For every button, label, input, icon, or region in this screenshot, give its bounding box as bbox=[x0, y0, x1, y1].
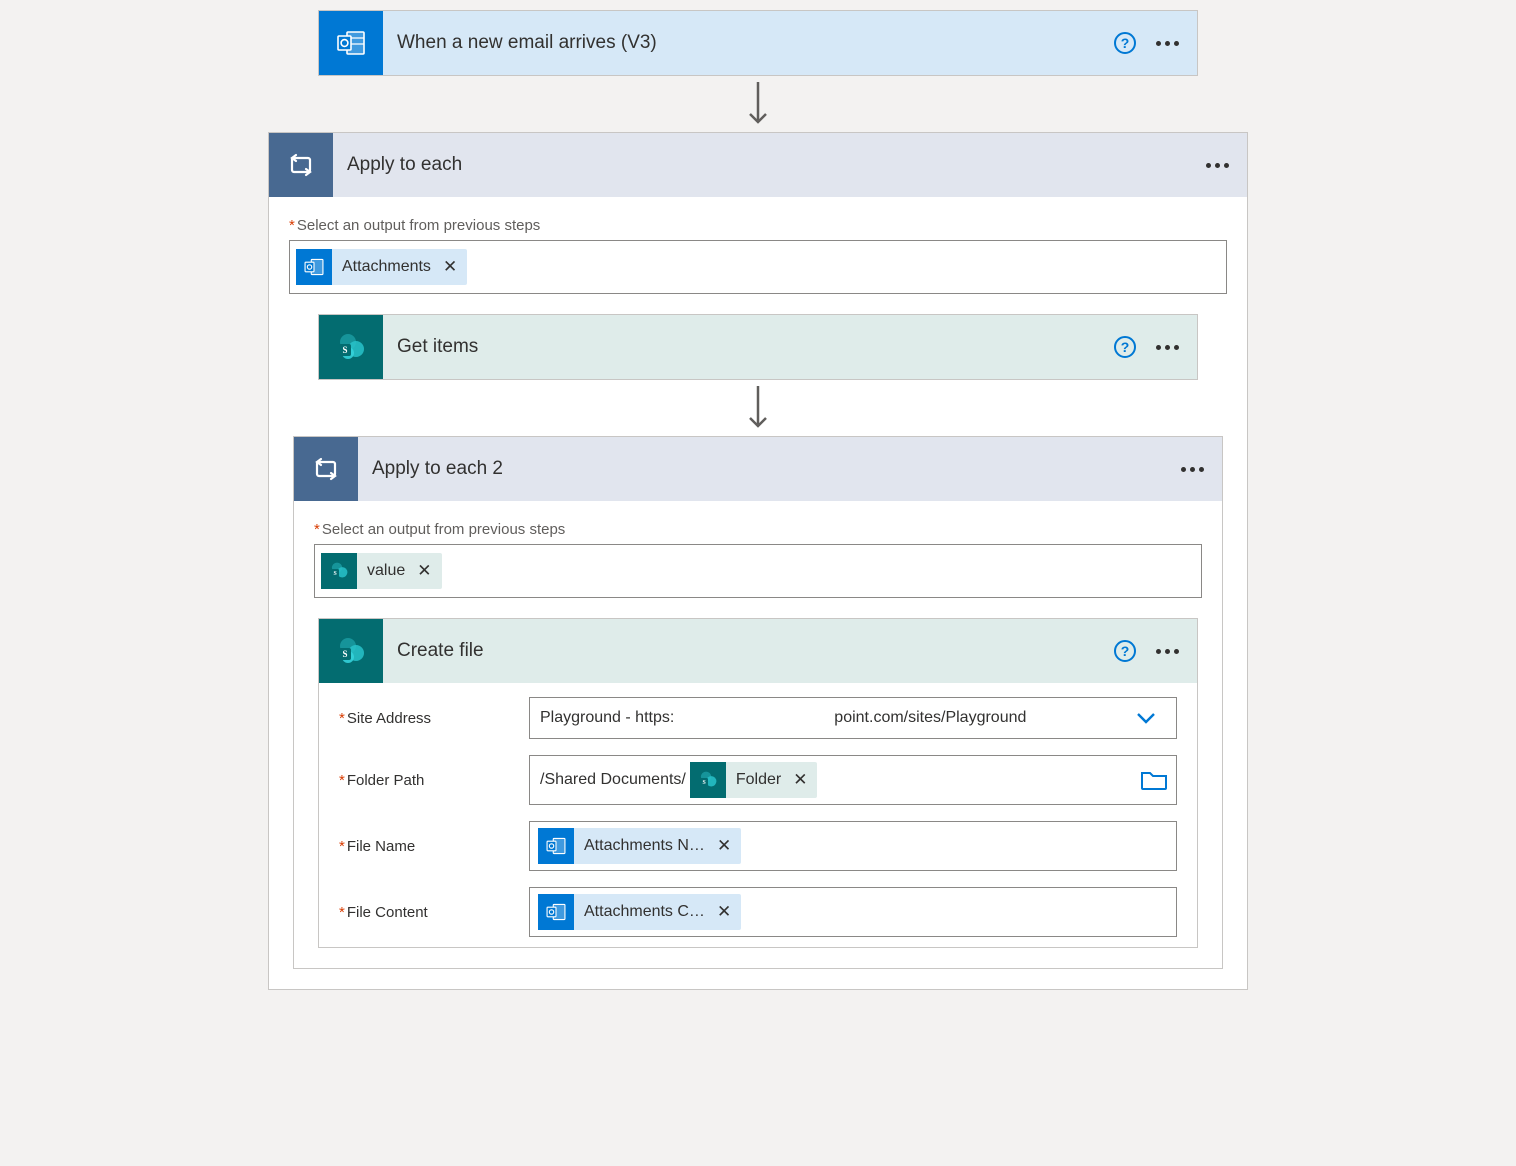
help-icon[interactable]: ? bbox=[1114, 640, 1136, 662]
file-name-label: *File Name bbox=[339, 838, 529, 855]
loop-icon bbox=[269, 133, 333, 197]
apply-to-each-2-card: Apply to each 2 *Select an output from p… bbox=[293, 436, 1223, 969]
select-output-label: *Select an output from previous steps bbox=[289, 217, 1227, 234]
remove-token-icon[interactable]: ✕ bbox=[715, 902, 741, 922]
svg-text:S: S bbox=[702, 780, 705, 786]
outlook-icon bbox=[319, 11, 383, 75]
folder-picker-icon[interactable] bbox=[1140, 769, 1168, 791]
help-icon[interactable]: ? bbox=[1114, 336, 1136, 358]
create-file-title: Create file bbox=[383, 640, 1114, 662]
outlook-icon bbox=[296, 249, 332, 285]
site-address-value-a: Playground - https: bbox=[540, 709, 674, 727]
trigger-title: When a new email arrives (V3) bbox=[383, 32, 1114, 54]
get-items-header[interactable]: S Get items ? bbox=[319, 315, 1197, 379]
attachments-content-token[interactable]: Attachments C… ✕ bbox=[538, 894, 741, 930]
chevron-down-icon[interactable] bbox=[1126, 711, 1166, 725]
folder-path-prefix: /Shared Documents/ bbox=[538, 771, 686, 789]
attachments-name-token-label: Attachments N… bbox=[574, 837, 715, 855]
trigger-card[interactable]: When a new email arrives (V3) ? bbox=[318, 10, 1198, 76]
arrow-icon bbox=[738, 76, 778, 132]
attachments-name-token[interactable]: Attachments N… ✕ bbox=[538, 828, 741, 864]
select-output-input-2[interactable]: S value ✕ bbox=[314, 544, 1202, 598]
loop-icon bbox=[294, 437, 358, 501]
outlook-icon bbox=[538, 894, 574, 930]
apply-to-each-title: Apply to each bbox=[333, 154, 1206, 176]
select-output-label-2: *Select an output from previous steps bbox=[314, 521, 1202, 538]
svg-text:S: S bbox=[342, 649, 347, 659]
trigger-header[interactable]: When a new email arrives (V3) ? bbox=[319, 11, 1197, 75]
sharepoint-icon: S bbox=[690, 762, 726, 798]
select-output-input[interactable]: Attachments ✕ bbox=[289, 240, 1227, 294]
remove-token-icon[interactable]: ✕ bbox=[715, 836, 741, 856]
site-address-select[interactable]: Playground - https: point.com/sites/Play… bbox=[529, 697, 1177, 739]
remove-token-icon[interactable]: ✕ bbox=[441, 257, 467, 277]
remove-token-icon[interactable]: ✕ bbox=[415, 561, 441, 581]
folder-token[interactable]: S Folder ✕ bbox=[690, 762, 818, 798]
outlook-icon bbox=[538, 828, 574, 864]
svg-text:S: S bbox=[342, 345, 347, 355]
sharepoint-icon: S bbox=[319, 315, 383, 379]
arrow-icon bbox=[738, 380, 778, 436]
apply-to-each-2-header[interactable]: Apply to each 2 bbox=[294, 437, 1222, 501]
remove-token-icon[interactable]: ✕ bbox=[791, 770, 817, 790]
apply-to-each-2-title: Apply to each 2 bbox=[358, 458, 1181, 480]
get-items-title: Get items bbox=[383, 336, 1114, 358]
value-token[interactable]: S value ✕ bbox=[321, 553, 442, 589]
help-icon[interactable]: ? bbox=[1114, 32, 1136, 54]
attachments-token-label: Attachments bbox=[332, 258, 441, 276]
file-content-label: *File Content bbox=[339, 904, 529, 921]
create-file-card: S Create file ? *Site Address bbox=[318, 618, 1198, 948]
more-icon[interactable] bbox=[1156, 41, 1179, 46]
site-address-value-b: point.com/sites/Playground bbox=[834, 709, 1026, 727]
apply-to-each-card: Apply to each *Select an output from pre… bbox=[268, 132, 1248, 990]
more-icon[interactable] bbox=[1156, 345, 1179, 350]
create-file-header[interactable]: S Create file ? bbox=[319, 619, 1197, 683]
more-icon[interactable] bbox=[1206, 163, 1229, 168]
svg-text:S: S bbox=[334, 571, 337, 577]
sharepoint-icon: S bbox=[321, 553, 357, 589]
value-token-label: value bbox=[357, 562, 415, 580]
file-content-input[interactable]: Attachments C… ✕ bbox=[529, 887, 1177, 937]
more-icon[interactable] bbox=[1156, 649, 1179, 654]
site-address-label: *Site Address bbox=[339, 710, 529, 727]
folder-path-input[interactable]: /Shared Documents/ S Folder ✕ bbox=[529, 755, 1177, 805]
attachments-token[interactable]: Attachments ✕ bbox=[296, 249, 467, 285]
get-items-card[interactable]: S Get items ? bbox=[318, 314, 1198, 380]
apply-to-each-header[interactable]: Apply to each bbox=[269, 133, 1247, 197]
sharepoint-icon: S bbox=[319, 619, 383, 683]
file-name-input[interactable]: Attachments N… ✕ bbox=[529, 821, 1177, 871]
attachments-content-token-label: Attachments C… bbox=[574, 903, 715, 921]
folder-path-label: *Folder Path bbox=[339, 772, 529, 789]
more-icon[interactable] bbox=[1181, 467, 1204, 472]
folder-token-label: Folder bbox=[726, 771, 791, 789]
